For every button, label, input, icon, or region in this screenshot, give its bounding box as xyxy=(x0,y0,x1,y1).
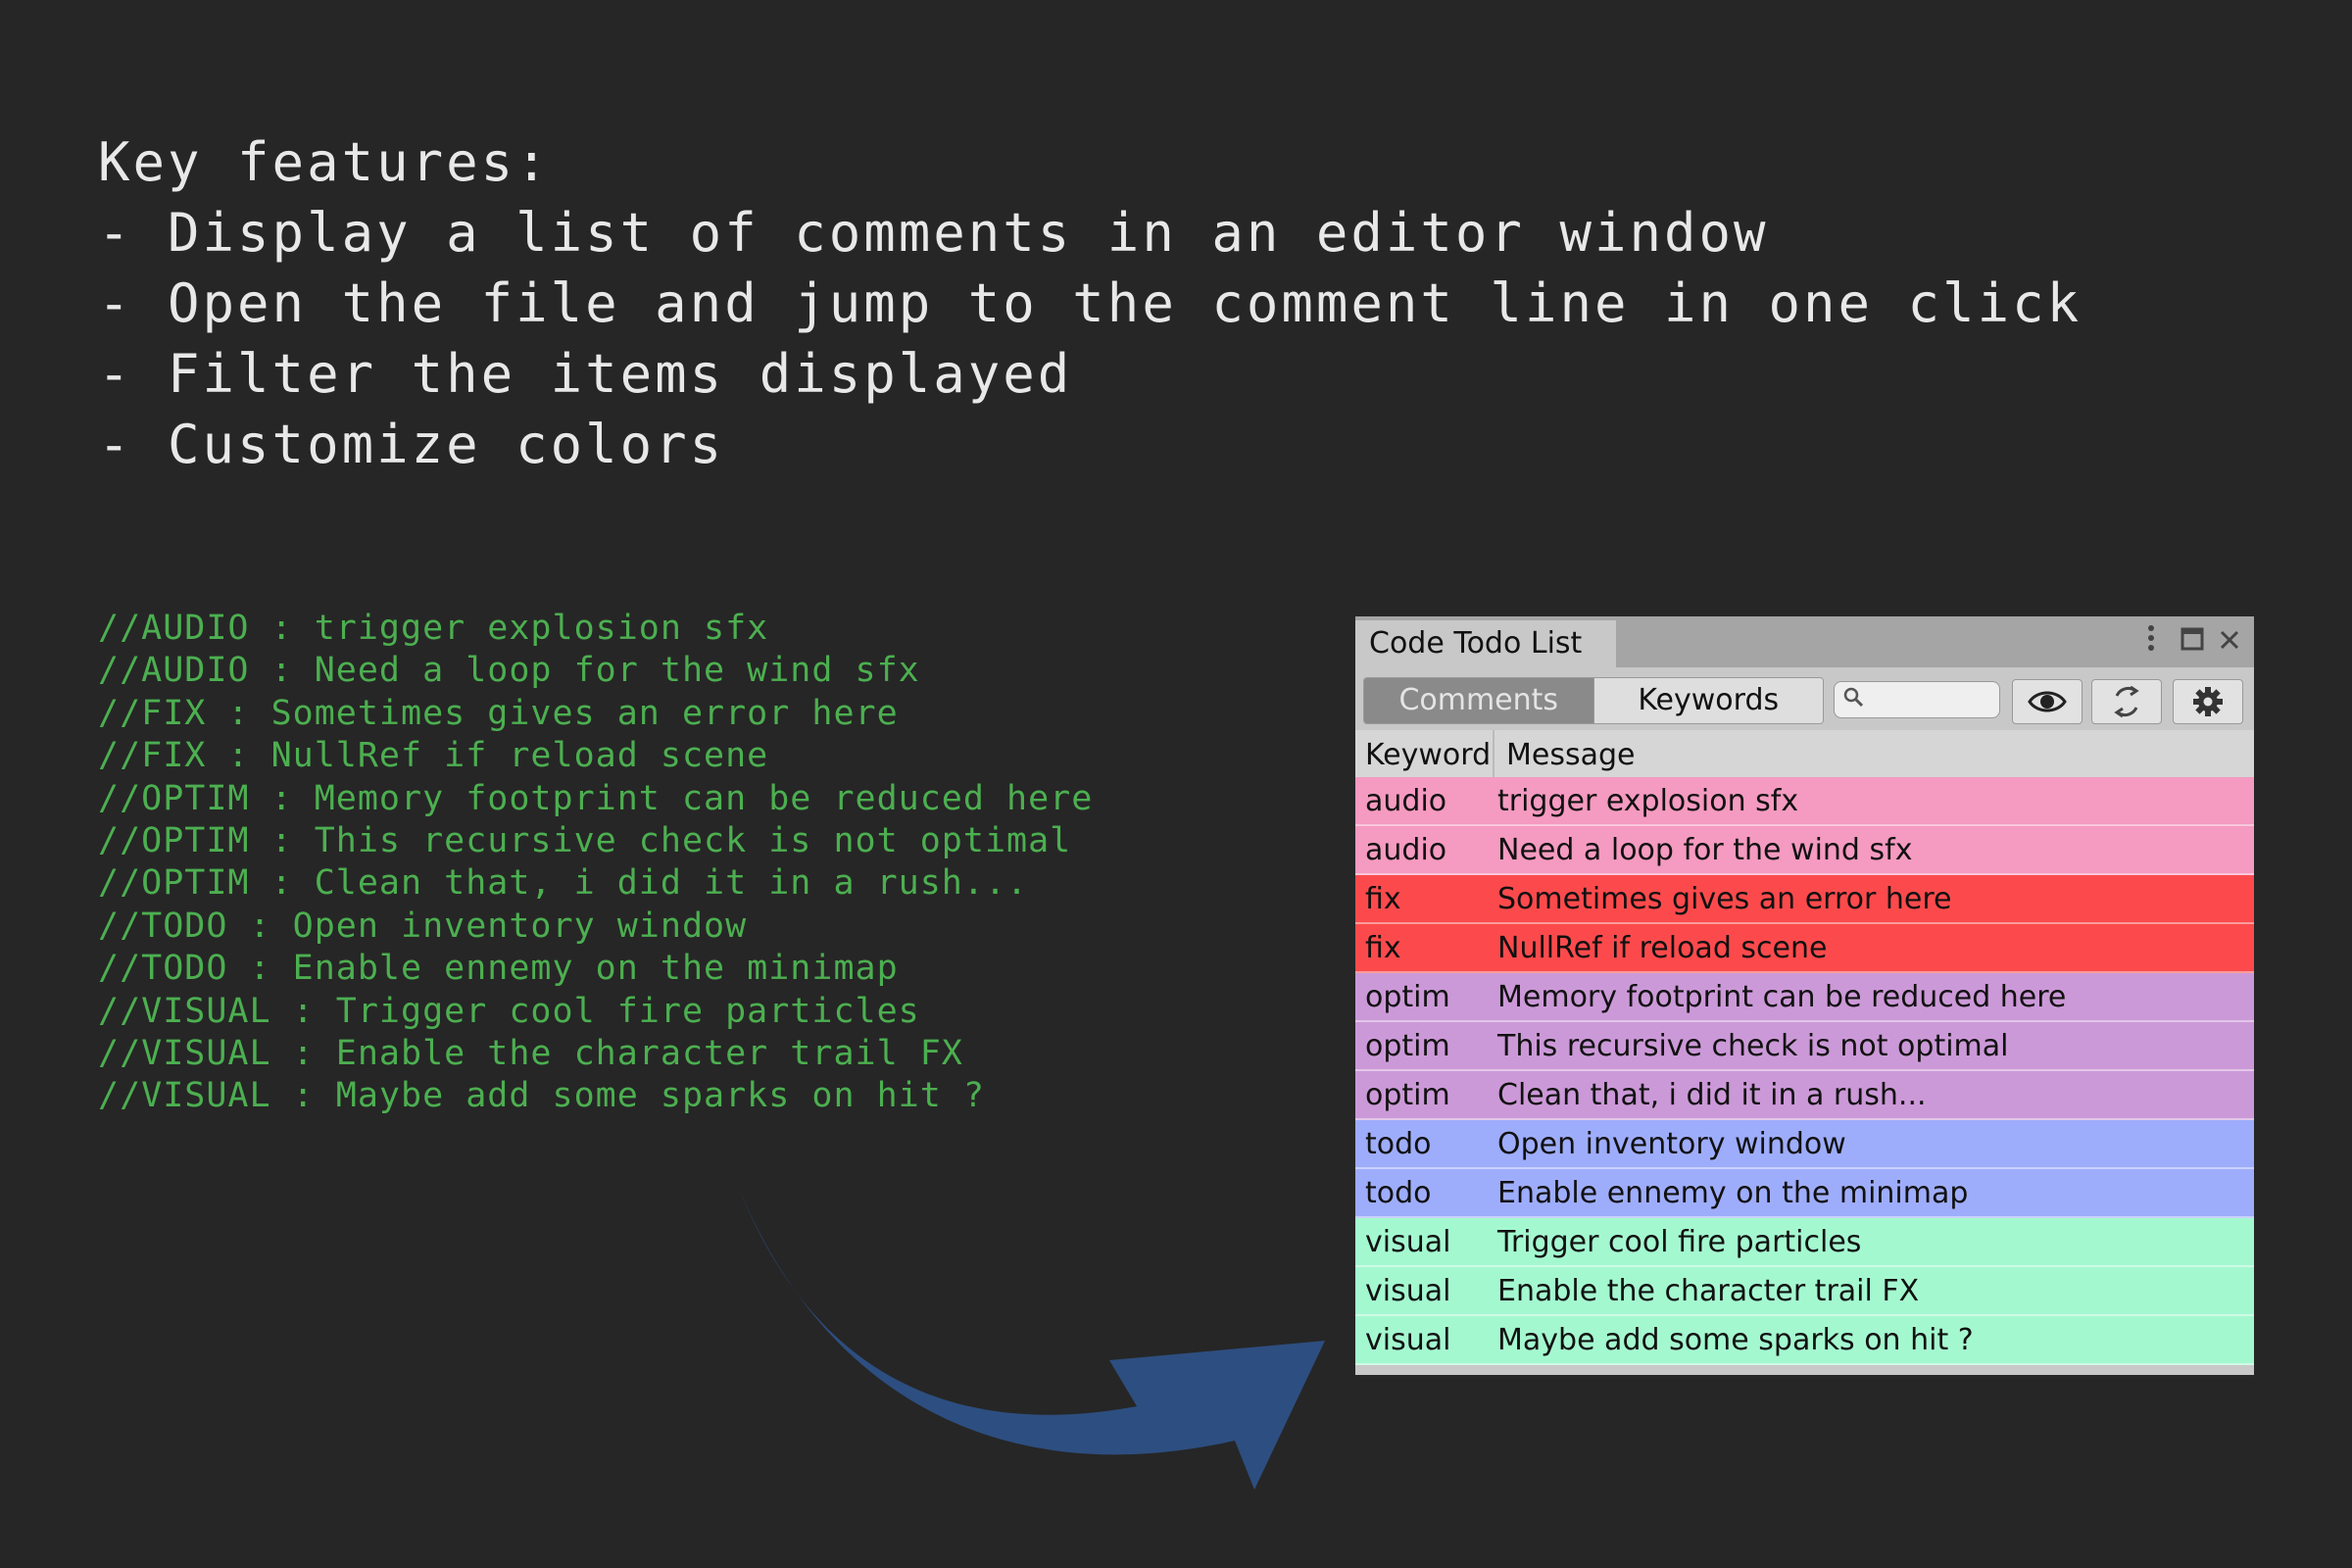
row-message: trigger explosion sfx xyxy=(1497,784,1799,818)
maximize-icon[interactable] xyxy=(2175,622,2210,662)
tab-keywords[interactable]: Keywords xyxy=(1592,678,1823,723)
row-message: Maybe add some sparks on hit ? xyxy=(1497,1323,1974,1357)
row-keyword: todo xyxy=(1365,1127,1432,1161)
code-line: //OPTIM : Clean that, i did it in a rush… xyxy=(98,863,1029,904)
table-row[interactable]: optim Clean that, i did it in a rush... xyxy=(1355,1071,2254,1120)
row-keyword: optim xyxy=(1365,980,1450,1014)
code-line: //VISUAL : Trigger cool fire particles xyxy=(98,991,920,1031)
key-features: Key features: - Display a list of commen… xyxy=(98,127,2082,480)
row-message: Trigger cool fire particles xyxy=(1497,1225,1862,1259)
settings-button[interactable] xyxy=(2173,679,2243,724)
feature-item: - Customize colors xyxy=(98,414,725,475)
row-message: Open inventory window xyxy=(1497,1127,1846,1161)
code-line: //TODO : Open inventory window xyxy=(98,906,748,946)
curved-arrow-icon xyxy=(740,1191,1325,1490)
eye-icon xyxy=(2028,691,2067,712)
code-line: //AUDIO : trigger explosion sfx xyxy=(98,609,769,648)
code-todo-list-window: Code Todo List Comments Keywords Keyword… xyxy=(1355,616,2254,1375)
row-message: Clean that, i did it in a rush... xyxy=(1497,1078,1927,1112)
search-icon xyxy=(1843,687,1864,708)
code-line: //VISUAL : Maybe add some sparks on hit … xyxy=(98,1076,985,1116)
column-header-message[interactable]: Message xyxy=(1494,730,1635,777)
table-row[interactable]: audio Need a loop for the wind sfx xyxy=(1355,826,2254,875)
table-header: Keyword Message xyxy=(1355,730,2254,777)
close-icon[interactable] xyxy=(2212,622,2247,662)
comments-table: Keyword Message audio trigger explosion s… xyxy=(1355,730,2254,1365)
row-keyword: visual xyxy=(1365,1225,1451,1259)
code-line: //VISUAL : Enable the character trail FX xyxy=(98,1034,963,1074)
row-keyword: todo xyxy=(1365,1176,1432,1210)
row-keyword: fix xyxy=(1365,882,1401,916)
row-message: Need a loop for the wind sfx xyxy=(1497,833,1913,867)
row-keyword: audio xyxy=(1365,833,1447,867)
row-keyword: optim xyxy=(1365,1078,1450,1112)
code-line: //AUDIO : Need a loop for the wind sfx xyxy=(98,651,920,691)
row-message: This recursive check is not optimal xyxy=(1497,1029,2009,1063)
code-line: //FIX : NullRef if reload scene xyxy=(98,736,769,776)
row-keyword: visual xyxy=(1365,1274,1451,1308)
code-line: //OPTIM : Memory footprint can be reduce… xyxy=(98,778,1094,818)
table-row[interactable]: visual Trigger cool fire particles xyxy=(1355,1218,2254,1267)
table-row[interactable]: todo Open inventory window xyxy=(1355,1120,2254,1169)
row-keyword: fix xyxy=(1365,931,1401,965)
row-keyword: audio xyxy=(1365,784,1447,818)
refresh-button[interactable] xyxy=(2091,679,2162,724)
code-line: //FIX : Sometimes gives an error here xyxy=(98,693,899,733)
code-line: //TODO : Enable ennemy on the minimap xyxy=(98,949,899,989)
table-row[interactable]: fix Sometimes gives an error here xyxy=(1355,875,2254,924)
row-message: Sometimes gives an error here xyxy=(1497,882,1952,916)
column-header-keyword[interactable]: Keyword xyxy=(1355,730,1494,777)
code-line: //OPTIM : This recursive check is not op… xyxy=(98,821,1072,861)
view-tabs: Comments Keywords xyxy=(1363,677,1824,724)
row-message: Enable ennemy on the minimap xyxy=(1497,1176,1969,1210)
table-row[interactable]: optim This recursive check is not optimal xyxy=(1355,1022,2254,1071)
row-message: Enable the character trail FX xyxy=(1497,1274,1920,1308)
row-message: NullRef if reload scene xyxy=(1497,931,1828,965)
row-message: Memory footprint can be reduced here xyxy=(1497,980,2067,1014)
table-row[interactable]: visual Maybe add some sparks on hit ? xyxy=(1355,1316,2254,1365)
table-row[interactable]: audio trigger explosion sfx xyxy=(1355,777,2254,826)
tab-comments[interactable]: Comments xyxy=(1364,678,1593,723)
search-input[interactable] xyxy=(1834,681,2000,718)
visibility-button[interactable] xyxy=(2012,679,2082,724)
feature-item: - Filter the items displayed xyxy=(98,343,1073,405)
refresh-icon xyxy=(2114,685,2139,718)
features-heading: Key features: xyxy=(98,131,551,193)
table-row[interactable]: visual Enable the character trail FX xyxy=(1355,1267,2254,1316)
window-titlebar: Code Todo List xyxy=(1355,616,2254,667)
window-toolbar: Comments Keywords xyxy=(1355,667,2254,730)
row-keyword: optim xyxy=(1365,1029,1450,1063)
window-title-tab[interactable]: Code Todo List xyxy=(1355,620,1616,667)
table-body: audio trigger explosion sfx audio Need a lo… xyxy=(1355,777,2254,1365)
feature-item: - Display a list of comments in an edito… xyxy=(98,202,1769,264)
gear-icon xyxy=(2193,687,2223,716)
feature-item: - Open the file and jump to the comment … xyxy=(98,272,2082,334)
table-row[interactable]: fix NullRef if reload scene xyxy=(1355,924,2254,973)
table-row[interactable]: optim Memory footprint can be reduced her… xyxy=(1355,973,2254,1022)
code-comments: //AUDIO : trigger explosion sfx //AUDIO … xyxy=(98,608,1093,1118)
table-row[interactable]: todo Enable ennemy on the minimap xyxy=(1355,1169,2254,1218)
kebab-menu-icon[interactable] xyxy=(2133,622,2169,662)
row-keyword: visual xyxy=(1365,1323,1451,1357)
